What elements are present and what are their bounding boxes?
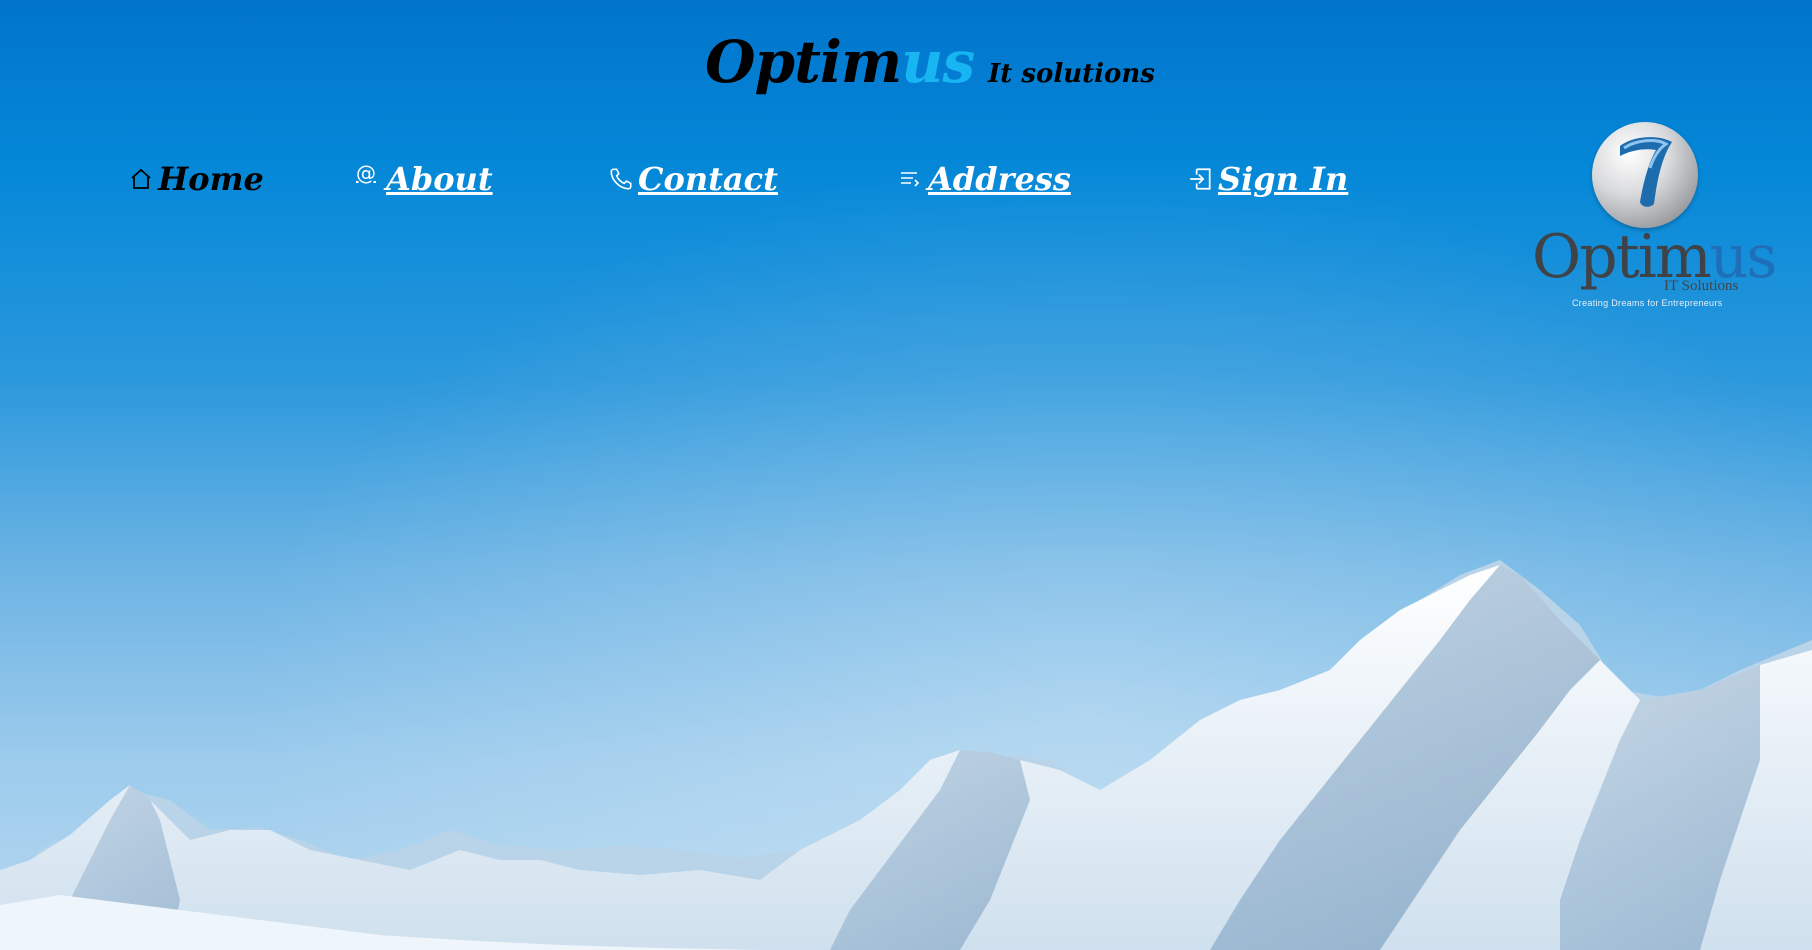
at-icon: @ (356, 161, 376, 185)
phone-icon (608, 166, 634, 192)
nav-item-home[interactable]: Home (128, 160, 264, 198)
logo-subtitle: IT Solutions (1664, 278, 1739, 294)
nav-item-label: Contact (638, 160, 778, 198)
brand-name: Optimus (705, 28, 975, 96)
brand-name-main: Optim (705, 28, 902, 96)
company-logo: Optimus IT Solutions Creating Dreams for… (1528, 118, 1777, 318)
logo-tagline: Creating Dreams for Entrepreneurs (1572, 298, 1723, 308)
brand-name-accent: us (901, 28, 975, 96)
brand-title: Optimus It solutions (705, 28, 1155, 96)
brand-tagline: It solutions (988, 59, 1155, 89)
sign-in-icon (1188, 166, 1214, 192)
logo-orb-icon (1592, 122, 1698, 228)
list-icon (898, 166, 924, 192)
nav-item-label: Home (158, 160, 264, 198)
nav-item-address[interactable]: Address (898, 160, 1071, 198)
nav-item-label: Sign In (1218, 160, 1349, 198)
nav-item-about[interactable]: @ About (356, 160, 493, 198)
nav-item-contact[interactable]: Contact (608, 160, 778, 198)
nav-item-sign-in[interactable]: Sign In (1188, 160, 1348, 198)
logo-wordmark: Optimus (1532, 222, 1777, 292)
home-icon (128, 166, 154, 192)
nav-item-label: About (386, 160, 493, 198)
nav-item-label: Address (928, 160, 1071, 198)
